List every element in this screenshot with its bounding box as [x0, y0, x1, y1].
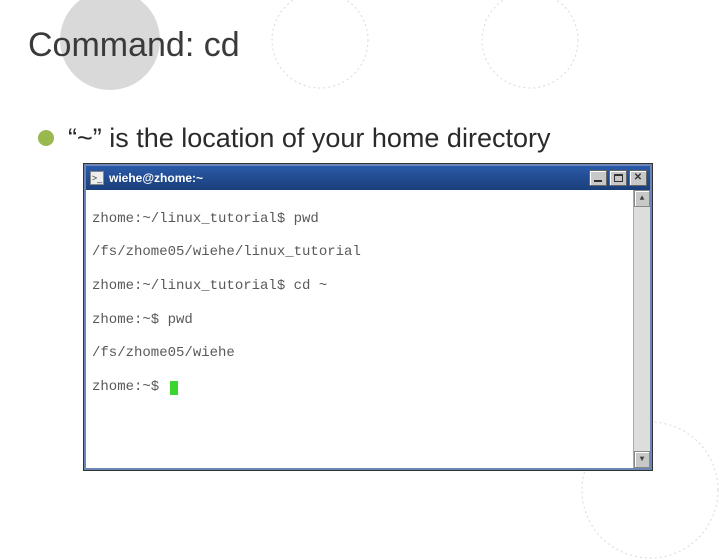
scrollbar[interactable]: ▲ ▼ [633, 190, 650, 468]
slide-title: Command: cd [28, 26, 692, 65]
bullet-text: “~” is the location of your home directo… [68, 123, 550, 154]
maximize-button[interactable] [609, 170, 627, 186]
minimize-button[interactable] [589, 170, 607, 186]
window-controls: ✕ [589, 170, 647, 186]
window-titlebar: >_ wiehe@zhome:~ ✕ [86, 166, 650, 190]
terminal-line: zhome:~/linux_tutorial$ pwd [92, 211, 644, 228]
scroll-up-button[interactable]: ▲ [634, 190, 650, 207]
terminal-line: zhome:~$ pwd [92, 312, 644, 329]
terminal-window: >_ wiehe@zhome:~ ✕ zhome:~/linux_tutoria… [84, 164, 652, 470]
terminal-line: /fs/zhome05/wiehe [92, 345, 644, 362]
terminal-line: zhome:~$ [92, 379, 644, 396]
bullet-item: “~” is the location of your home directo… [28, 123, 692, 154]
scroll-down-button[interactable]: ▼ [634, 451, 650, 468]
terminal-output[interactable]: zhome:~/linux_tutorial$ pwd /fs/zhome05/… [86, 190, 650, 468]
terminal-line: zhome:~/linux_tutorial$ cd ~ [92, 278, 644, 295]
cursor-icon [170, 381, 178, 395]
terminal-line: /fs/zhome05/wiehe/linux_tutorial [92, 244, 644, 261]
bullet-icon [38, 130, 54, 146]
close-button[interactable]: ✕ [629, 170, 647, 186]
terminal-icon: >_ [90, 171, 104, 185]
window-title: wiehe@zhome:~ [109, 171, 203, 185]
